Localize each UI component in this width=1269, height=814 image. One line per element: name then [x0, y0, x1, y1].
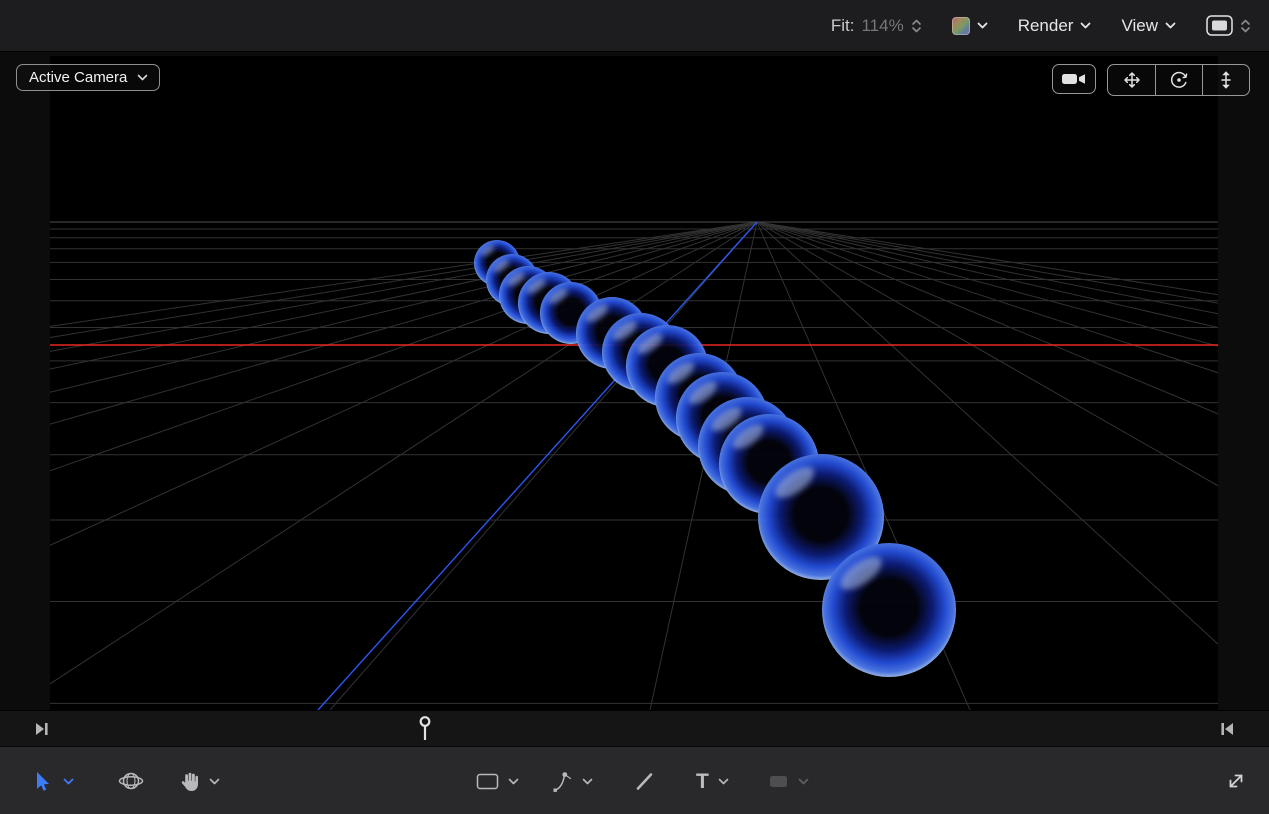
window-layout-control[interactable]	[1206, 15, 1251, 36]
timeline-scrubber[interactable]	[0, 710, 1269, 746]
transform-3d-tool[interactable]	[118, 747, 144, 814]
dolly-icon	[1215, 69, 1237, 91]
canvas-area: Active Camera	[0, 52, 1269, 710]
fit-label: Fit:	[831, 16, 855, 36]
transform-3d-icon	[118, 768, 144, 794]
rectangle-tool[interactable]	[476, 747, 519, 814]
zoom-control[interactable]: Fit: 114%	[831, 16, 922, 36]
bezier-tool[interactable]	[552, 747, 593, 814]
select-arrow-icon	[32, 770, 54, 793]
range-start-icon[interactable]	[34, 720, 49, 738]
chevron-down-icon	[137, 74, 148, 81]
paint-stroke-icon	[634, 771, 655, 792]
color-swatch-menu[interactable]	[952, 17, 988, 35]
chevron-down-icon	[1080, 22, 1091, 29]
chevron-down-icon[interactable]	[582, 778, 593, 785]
show-camera-button[interactable]	[1052, 64, 1096, 94]
layout-stepper-icon	[1240, 18, 1251, 34]
video-camera-icon	[1061, 71, 1087, 87]
shape-disabled-icon	[768, 774, 789, 789]
render-menu[interactable]: Render	[1018, 16, 1092, 36]
zoom-stepper-icon[interactable]	[911, 18, 922, 34]
dolly-camera-button[interactable]	[1202, 65, 1249, 95]
view-menu[interactable]: View	[1121, 16, 1176, 36]
zoom-value: 114%	[861, 16, 903, 36]
pan-move-icon	[1121, 69, 1143, 91]
camera-tool-group	[1107, 64, 1250, 96]
window-layout-icon	[1206, 15, 1233, 36]
bezier-tool-icon	[552, 770, 573, 793]
camera-controls	[1052, 64, 1250, 96]
render-label: Render	[1018, 16, 1074, 36]
chevron-down-icon[interactable]	[508, 778, 519, 785]
chevron-down-icon[interactable]	[63, 778, 74, 785]
chevron-down-icon	[1165, 22, 1176, 29]
view-label: View	[1121, 16, 1158, 36]
rectangle-tool-icon	[476, 773, 499, 790]
playhead[interactable]	[419, 715, 432, 742]
hand-icon	[178, 770, 200, 793]
text-tool-icon: T	[696, 771, 709, 792]
pan-camera-button[interactable]	[1108, 65, 1155, 95]
text-tool[interactable]: T	[696, 747, 729, 814]
chevron-down-icon	[977, 22, 988, 29]
select-transform-tool[interactable]	[32, 747, 74, 814]
color-swatch-icon	[952, 17, 970, 35]
pan-hand-tool[interactable]	[178, 747, 220, 814]
chevron-down-icon	[798, 778, 809, 785]
expand-icon	[1225, 770, 1247, 792]
orbit-camera-button[interactable]	[1155, 65, 1202, 95]
scene-3d-view[interactable]	[50, 56, 1218, 710]
chevron-down-icon[interactable]	[209, 778, 220, 785]
range-end-icon[interactable]	[1220, 720, 1235, 738]
top-toolbar: Fit: 114% Render View	[0, 0, 1269, 52]
camera-menu-label: Active Camera	[29, 69, 127, 86]
canvas-viewport[interactable]	[50, 56, 1218, 710]
chevron-down-icon[interactable]	[718, 778, 729, 785]
orbit-icon	[1168, 69, 1190, 91]
mask-shape-tool	[768, 747, 809, 814]
paint-stroke-tool[interactable]	[634, 747, 655, 814]
camera-select-menu[interactable]: Active Camera	[16, 64, 160, 91]
expand-view-button[interactable]	[1225, 747, 1247, 814]
bottom-toolbar: T	[0, 746, 1269, 814]
